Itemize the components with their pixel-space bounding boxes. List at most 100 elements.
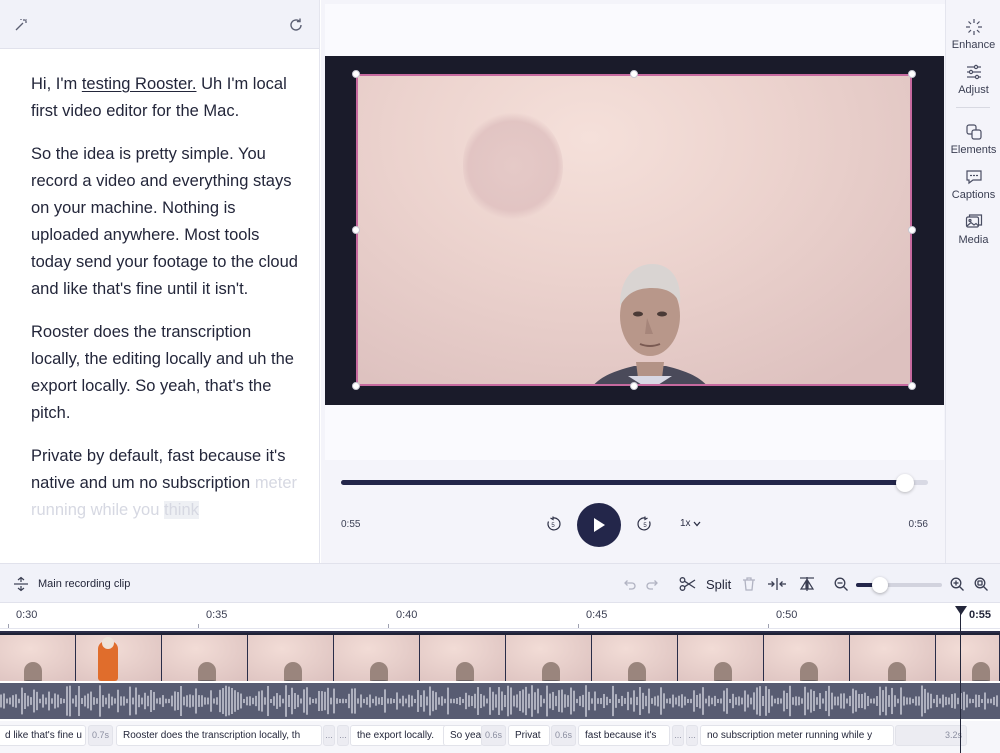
video-frame[interactable] <box>356 74 912 386</box>
audio-waveform <box>0 685 998 717</box>
ruler-tick-label: 0:50 <box>776 609 798 621</box>
refresh-icon[interactable] <box>287 16 305 34</box>
video-thumbnail <box>764 635 850 681</box>
transcript-text[interactable]: Hi, I'm testing Rooster. Uh I'm local fi… <box>0 49 319 524</box>
zoom-in-icon[interactable] <box>949 576 965 592</box>
resize-handle-bottom[interactable] <box>630 382 638 390</box>
zoom-fit-icon[interactable] <box>973 576 989 592</box>
scrubber-knob[interactable] <box>895 474 914 492</box>
timeline-toolbar: Main recording clip Split <box>0 563 1000 603</box>
redo-icon[interactable] <box>645 576 661 592</box>
resize-handle-top-left[interactable] <box>352 70 360 78</box>
caption-gap[interactable]: ... <box>337 725 349 746</box>
speed-value: 1x <box>680 518 691 529</box>
skip-back-icon[interactable]: 5 <box>545 516 561 532</box>
caption-gap[interactable]: ... <box>672 725 684 746</box>
sliders-icon <box>966 64 981 80</box>
caption-segment[interactable]: the export locally. <box>350 725 447 746</box>
video-thumbnail <box>592 635 678 681</box>
playback-speed-select[interactable]: 1x <box>680 518 701 529</box>
preview-panel: 0:55 0:56 5 5 1x <box>321 0 945 563</box>
chevron-down-icon <box>693 521 701 526</box>
scroll-fade <box>0 539 319 563</box>
audio-track[interactable] <box>0 683 1000 719</box>
trash-icon[interactable] <box>741 576 757 592</box>
sidebar-item-label: Elements <box>950 144 997 156</box>
transcript-toolbar <box>0 0 319 49</box>
transcript-paragraph[interactable]: Rooster does the transcription locally, … <box>31 319 299 427</box>
caption-segment[interactable]: Privat <box>508 725 550 746</box>
caption-segment[interactable]: d like that's fine u <box>0 725 86 746</box>
caption-gap[interactable]: 0.6s <box>551 725 576 746</box>
sidebar-item-media[interactable]: Media <box>946 213 1000 246</box>
caption-gap[interactable]: 0.7s <box>88 725 113 746</box>
resize-handle-left[interactable] <box>352 226 360 234</box>
zoom-slider[interactable] <box>856 577 942 593</box>
sidebar-item-adjust[interactable]: Adjust <box>946 63 1000 96</box>
playhead-handle[interactable] <box>955 606 967 615</box>
clip-title: Main recording clip <box>38 578 131 590</box>
speaker-figure <box>594 264 706 384</box>
resize-handle-top-right[interactable] <box>908 70 916 78</box>
sidebar-divider <box>956 107 990 108</box>
sidebar-item-enhance[interactable]: Enhance <box>946 18 1000 51</box>
transcript-paragraph[interactable]: Private by default, fast because it's na… <box>31 443 299 524</box>
play-button[interactable] <box>577 503 621 547</box>
video-stage <box>325 56 944 405</box>
caption-track[interactable]: d like that's fine u 0.7s Rooster does t… <box>0 721 1000 753</box>
timeline-ruler[interactable]: 0:30 0:35 0:40 0:45 0:50 0:55 <box>0 603 1000 629</box>
highlighted-phrase[interactable]: testing Rooster. <box>82 75 197 93</box>
caption-gap[interactable]: ... <box>323 725 335 746</box>
background-lamp <box>463 111 563 221</box>
resize-handle-bottom-right[interactable] <box>908 382 916 390</box>
silence-remove-icon[interactable] <box>798 576 816 592</box>
caption-gap[interactable]: 3.2s <box>895 725 967 746</box>
resize-handle-top[interactable] <box>630 70 638 78</box>
zoom-out-icon[interactable] <box>833 576 849 592</box>
video-thumbnail <box>162 635 248 681</box>
caption-segment[interactable]: So yea <box>443 725 483 746</box>
caption-segment[interactable]: Rooster does the transcription locally, … <box>116 725 322 746</box>
magic-wand-icon[interactable] <box>12 16 30 34</box>
transcript-paragraph[interactable]: Hi, I'm testing Rooster. Uh I'm local fi… <box>31 71 299 125</box>
play-icon <box>594 518 605 532</box>
playhead[interactable] <box>960 611 961 753</box>
caption-segment[interactable]: fast because it's <box>578 725 670 746</box>
resize-handle-right[interactable] <box>908 226 916 234</box>
ruler-tick <box>388 624 389 628</box>
shapes-icon <box>965 124 982 140</box>
transcript-paragraph[interactable]: So the idea is pretty simple. You record… <box>31 141 299 303</box>
caption-gap[interactable]: ... <box>686 725 698 746</box>
undo-icon[interactable] <box>621 576 637 592</box>
transcript-text-segment: think <box>164 501 199 519</box>
ruler-tick-label: 0:45 <box>586 609 608 621</box>
caption-segment[interactable]: no subscription meter running while y <box>700 725 894 746</box>
clip-track-icon[interactable] <box>13 576 29 592</box>
transcript-text-segment: Hi, I'm <box>31 75 82 93</box>
playback-scrubber[interactable] <box>341 474 928 492</box>
current-time: 0:55 <box>341 519 361 530</box>
video-thumbnail <box>76 635 162 681</box>
sidebar-item-captions[interactable]: Captions <box>946 168 1000 201</box>
zoom-slider-knob[interactable] <box>872 577 889 593</box>
sparkle-icon <box>965 19 982 35</box>
join-clips-icon[interactable] <box>767 576 787 592</box>
sidebar-item-label: Enhance <box>951 39 996 51</box>
skip-forward-icon[interactable]: 5 <box>637 516 653 532</box>
scissors-icon[interactable] <box>679 576 696 592</box>
video-track[interactable] <box>0 631 1000 681</box>
video-thumbnail <box>678 635 764 681</box>
caption-bubble-icon <box>965 170 982 185</box>
ruler-tick-label: 0:30 <box>16 609 38 621</box>
split-button[interactable]: Split <box>706 577 731 592</box>
sidebar-item-label: Captions <box>951 189 996 201</box>
resize-handle-bottom-left[interactable] <box>352 382 360 390</box>
canvas-padding-bottom <box>325 405 944 460</box>
video-thumbnail <box>420 635 506 681</box>
sidebar-item-elements[interactable]: Elements <box>946 123 1000 156</box>
video-thumbnail <box>506 635 592 681</box>
caption-gap[interactable]: 0.6s <box>481 725 506 746</box>
video-thumbnail <box>0 635 76 681</box>
skip-back-seconds: 5 <box>551 523 555 529</box>
ruler-tick <box>8 624 9 628</box>
